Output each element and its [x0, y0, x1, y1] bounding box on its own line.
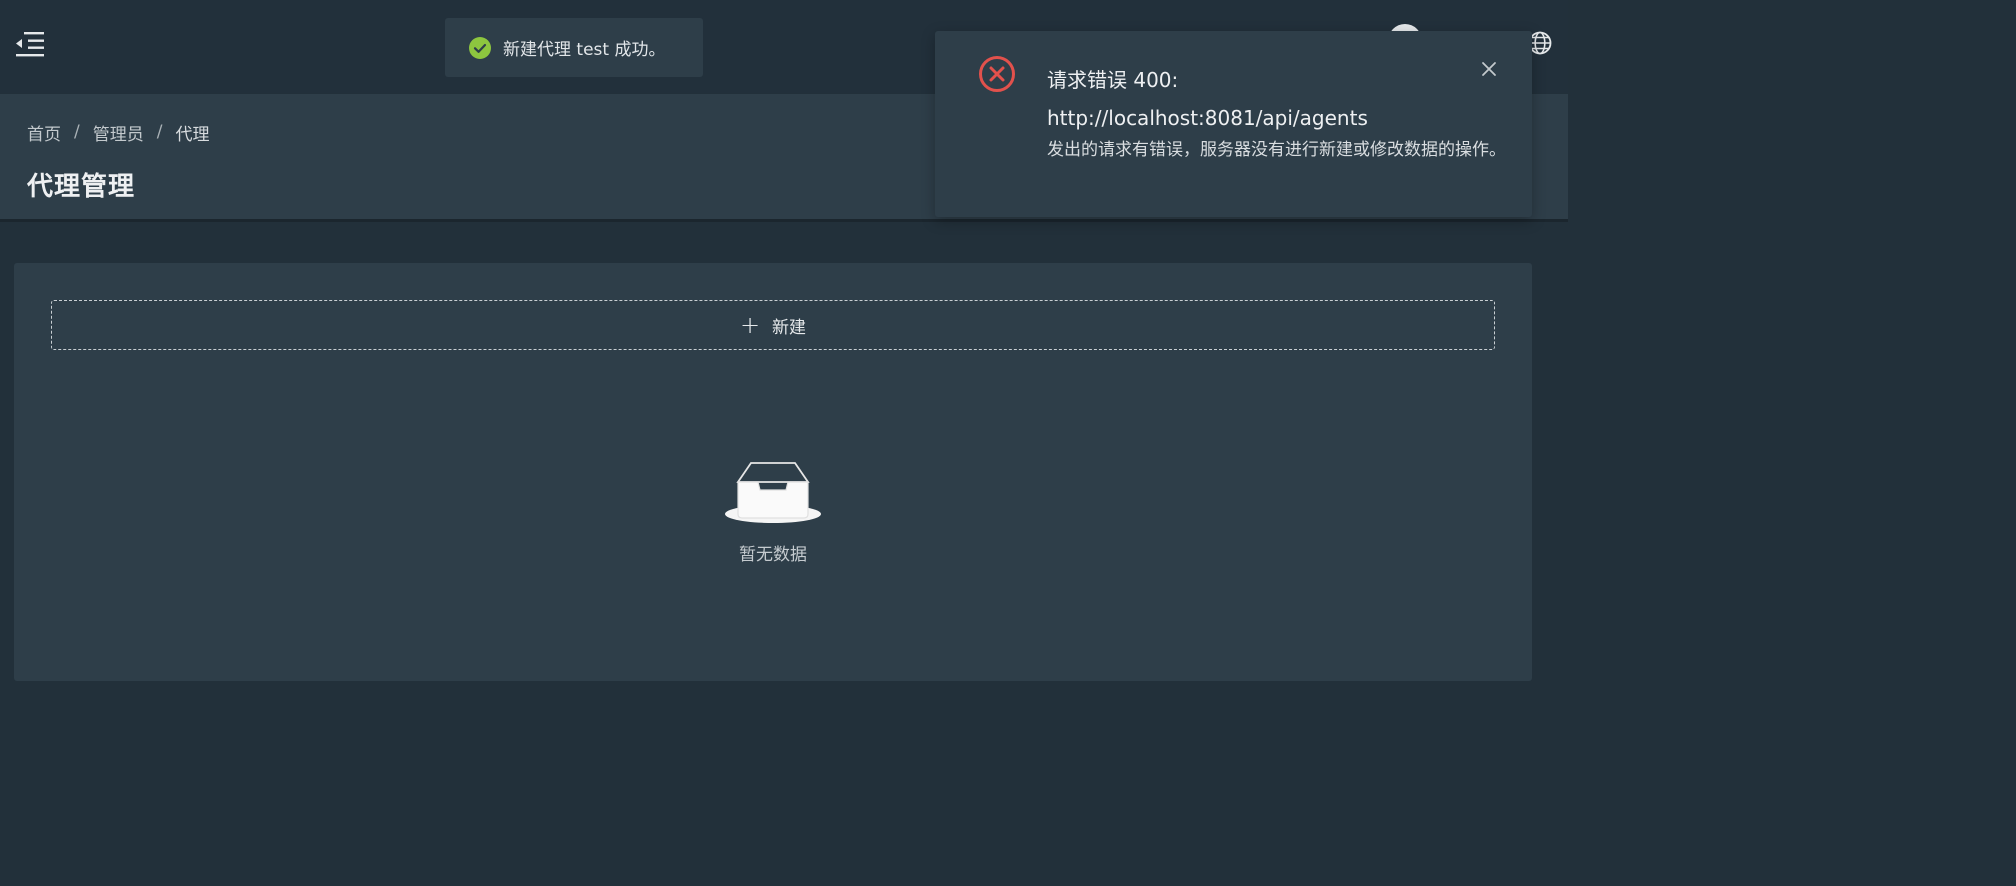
add-agent-button[interactable]: + 新建 [51, 300, 1495, 350]
add-button-label: 新建 [772, 317, 807, 338]
page-title: 代理管理 [27, 172, 136, 202]
close-icon[interactable] [1480, 60, 1498, 78]
error-notification: 请求错误 400: http://localhost:8081/api/agen… [935, 31, 1532, 217]
success-toast: 新建代理 test 成功。 [445, 18, 703, 77]
empty-inbox-icon [723, 462, 823, 526]
breadcrumb-separator: / [156, 122, 163, 142]
check-circle-icon [469, 36, 491, 59]
breadcrumb-home[interactable]: 首页 [27, 120, 61, 145]
breadcrumb-admin[interactable]: 管理员 [93, 120, 144, 145]
plus-icon: + [739, 311, 761, 339]
menu-fold-icon[interactable] [14, 29, 46, 59]
notification-title: 请求错误 400: http://localhost:8081/api/agen… [1047, 68, 1368, 130]
breadcrumb: 首页 / 管理员 / 代理 [27, 119, 209, 145]
toast-message: 新建代理 test 成功。 [503, 40, 666, 60]
close-circle-icon [978, 55, 1016, 93]
notification-description: 发出的请求有错误，服务器没有进行新建或修改数据的操作。 [1047, 140, 1506, 160]
breadcrumb-separator: / [74, 122, 80, 142]
empty-state-text: 暂无数据 [739, 545, 807, 565]
breadcrumb-agent: 代理 [175, 124, 210, 145]
